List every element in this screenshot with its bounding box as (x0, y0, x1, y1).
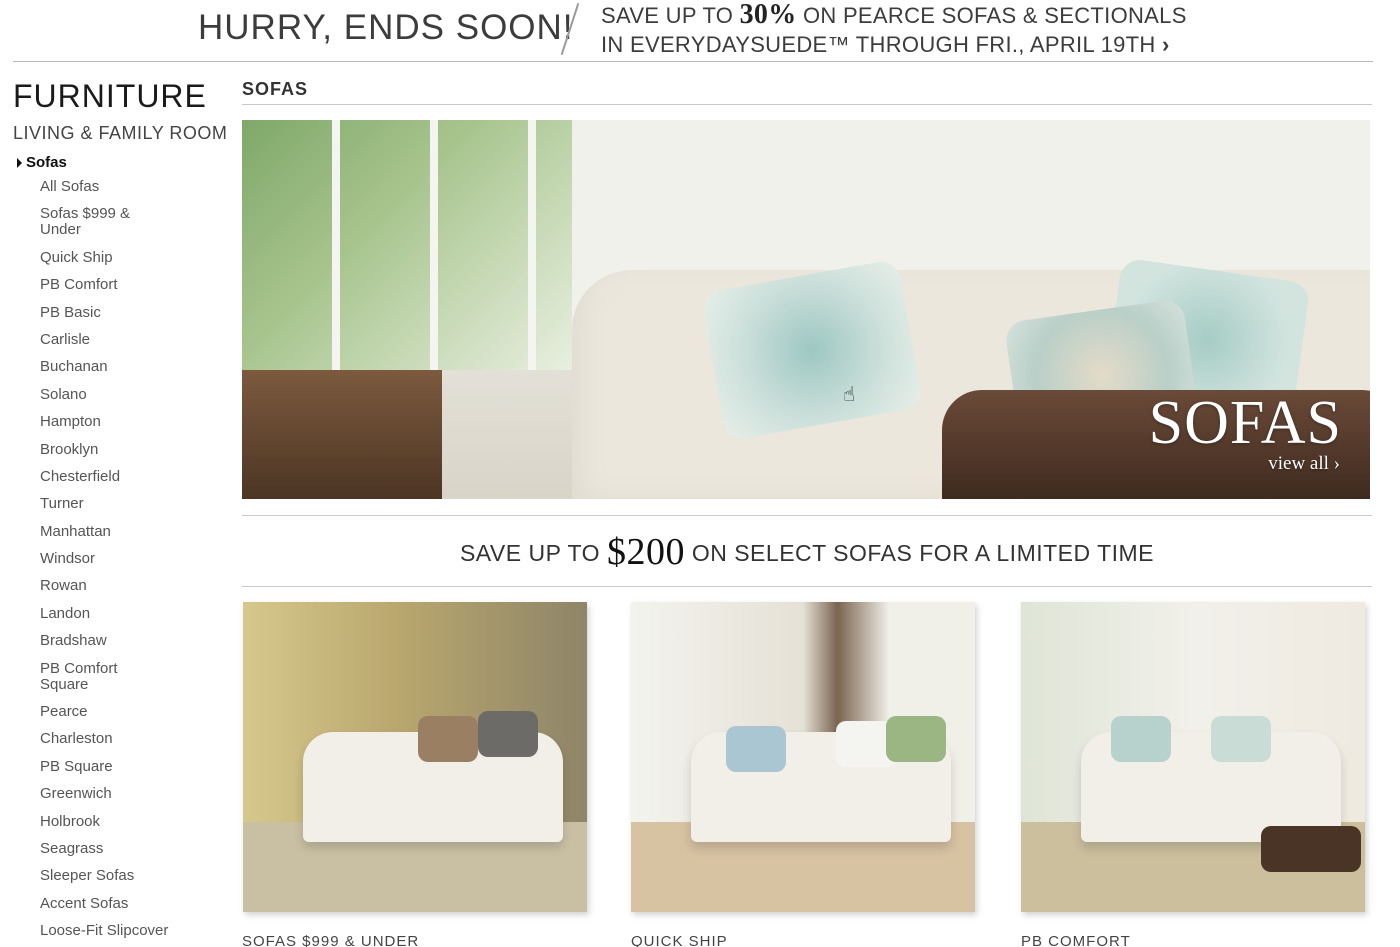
sidebar-item[interactable]: Quick Ship (40, 249, 170, 266)
hero-image-side-table (242, 370, 442, 499)
sidebar-item[interactable]: All Sofas (40, 179, 170, 195)
sidebar-active-category[interactable]: Sofas (13, 154, 228, 171)
divider (242, 104, 1372, 105)
category-sidebar: FURNITURE LIVING & FAMILY ROOM Sofas All… (13, 78, 228, 947)
sidebar-item[interactable]: Bradshaw (40, 633, 170, 649)
promo-line1-end: ON PEARCE SOFAS & SECTIONALS (796, 3, 1187, 28)
divider (242, 515, 1372, 516)
sidebar-active-label: Sofas (26, 154, 67, 171)
sidebar-item[interactable]: Solano (40, 386, 170, 403)
sidebar-item[interactable]: Hampton (40, 414, 170, 430)
sidebar-item[interactable]: PB Basic (40, 304, 170, 321)
sidebar-item[interactable]: Holbrook (40, 813, 170, 830)
card-image-pillow (478, 711, 538, 757)
card-image-pillow (1111, 716, 1171, 762)
promo-line1-start: SAVE UP TO (601, 3, 740, 28)
hero-image-window (242, 120, 572, 370)
sidebar-item[interactable]: Greenwich (40, 786, 170, 802)
card-image-ottoman (1261, 826, 1361, 872)
sidebar-item[interactable]: Carlisle (40, 331, 170, 348)
divider (242, 586, 1372, 587)
product-card[interactable] (631, 602, 975, 912)
product-card[interactable] (243, 602, 587, 912)
chevron-right-icon[interactable]: › (1162, 32, 1170, 57)
sidebar-subtitle[interactable]: LIVING & FAMILY ROOM (13, 123, 228, 144)
sidebar-item[interactable]: Turner (40, 496, 170, 512)
sidebar-item[interactable]: Buchanan (40, 359, 170, 375)
view-all-link[interactable]: view all › (1268, 453, 1340, 475)
sidebar-item[interactable]: PB Comfort Square (40, 660, 170, 693)
sidebar-item[interactable]: Charleston (40, 731, 170, 747)
sidebar-item[interactable]: Rowan (40, 578, 170, 594)
card-label[interactable]: QUICK SHIP (631, 933, 728, 947)
sidebar-item[interactable]: Manhattan (40, 523, 170, 540)
card-image-pillow (726, 726, 786, 772)
promo-discount: 30% (739, 0, 797, 30)
sidebar-item[interactable]: Sofas $999 & Under (40, 206, 170, 238)
promo-line2: IN EVERYDAYSUEDE™ THROUGH FRI., APRIL 19… (601, 32, 1156, 57)
secondary-promo-amount: $200 (606, 531, 685, 573)
promo-details[interactable]: SAVE UP TO 30% ON PEARCE SOFAS & SECTION… (601, 0, 1187, 59)
sidebar-item[interactable]: Sleeper Sofas (40, 868, 170, 884)
sidebar-item[interactable]: Accent Sofas (40, 895, 170, 912)
sidebar-item[interactable]: Landon (40, 605, 170, 622)
secondary-promo[interactable]: SAVE UP TO $200 ON SELECT SOFAS FOR A LI… (242, 530, 1372, 574)
card-image-pillow (418, 716, 478, 762)
secondary-promo-end: ON SELECT SOFAS FOR A LIMITED TIME (684, 540, 1155, 566)
sidebar-title[interactable]: FURNITURE (13, 78, 228, 115)
promo-headline: HURRY, ENDS SOON! (198, 8, 574, 47)
sidebar-item[interactable]: Windsor (40, 551, 170, 567)
sidebar-item[interactable]: PB Comfort (40, 277, 170, 293)
hero-title: SOFAS (1148, 389, 1342, 457)
sidebar-item[interactable]: PB Square (40, 758, 170, 775)
card-image-pillow (886, 716, 946, 762)
triangle-right-icon (17, 157, 22, 168)
card-label[interactable]: PB COMFORT (1021, 933, 1131, 947)
sidebar-item[interactable]: Brooklyn (40, 441, 170, 458)
sidebar-item[interactable]: Seagrass (40, 840, 170, 857)
sidebar-item[interactable]: Chesterfield (40, 468, 170, 485)
product-card[interactable] (1021, 602, 1365, 912)
hero-banner[interactable]: SOFAS view all › (242, 120, 1370, 499)
promo-banner[interactable]: HURRY, ENDS SOON! SAVE UP TO 30% ON PEAR… (13, 0, 1373, 62)
page-title: SOFAS (242, 79, 309, 99)
hand-cursor-icon: ☝ (843, 384, 856, 406)
sidebar-list: All Sofas Sofas $999 & Under Quick Ship … (13, 179, 228, 939)
sidebar-item[interactable]: Loose-Fit Slipcover (40, 923, 170, 939)
sidebar-item[interactable]: Pearce (40, 704, 170, 720)
card-label[interactable]: SOFAS $999 & UNDER (242, 933, 419, 947)
card-image-pillow (1211, 716, 1271, 762)
secondary-promo-start: SAVE UP TO (459, 540, 607, 566)
